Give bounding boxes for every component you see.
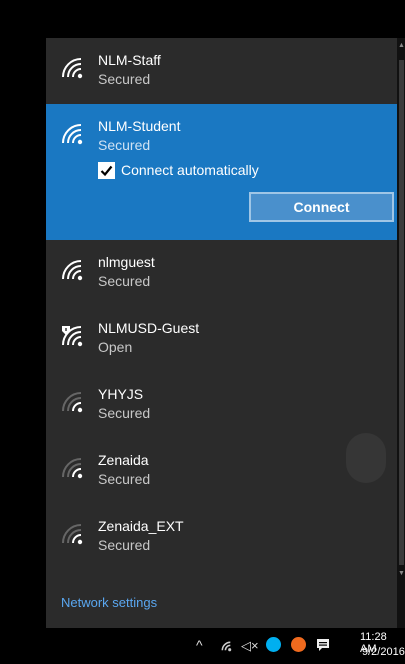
network-name: NLMUSD-Guest [98, 320, 200, 336]
wifi-icon [62, 124, 83, 145]
connect-button[interactable]: Connect [249, 192, 394, 222]
network-name: Zenaida [98, 452, 149, 468]
wifi-weak-icon [62, 392, 83, 413]
network-item-selected[interactable]: NLM-Student Secured Connect automaticall… [46, 104, 397, 240]
wifi-icon [62, 260, 83, 281]
network-status: Secured [98, 137, 151, 153]
wifi-icon [62, 58, 83, 79]
network-name: YHYJS [98, 386, 144, 402]
network-name: nlmguest [98, 254, 155, 270]
network-status: Open [98, 339, 133, 355]
taskbar: ^ ◁× 11:28 AM 9/2/2016 [0, 628, 405, 664]
scroll-down-arrow-icon[interactable]: ▼ [398, 570, 405, 577]
chevron-up-icon[interactable]: ^ [196, 637, 203, 653]
notification-icon[interactable] [316, 638, 330, 652]
scrollbar-thumb[interactable] [399, 60, 404, 565]
wifi-weak-icon [62, 524, 83, 545]
skype-icon[interactable] [266, 637, 281, 652]
network-name: NLM-Student [98, 118, 181, 134]
network-item[interactable]: Zenaida_EXT Secured [46, 504, 397, 570]
wifi-flyout: NLM-Staff Secured NLM-Student Secured Co… [46, 38, 397, 628]
network-settings-link[interactable]: Network settings [61, 595, 157, 610]
network-status: Secured [98, 471, 151, 487]
background-blur [346, 433, 386, 483]
network-name: NLM-Staff [98, 52, 161, 68]
security-icon[interactable] [291, 637, 306, 652]
wifi-weak-icon [62, 458, 83, 479]
connect-automatically-label: Connect automatically [121, 162, 259, 178]
network-item[interactable]: Zenaida Secured [46, 438, 397, 504]
scroll-up-arrow-icon[interactable]: ▲ [398, 42, 405, 49]
clock-date[interactable]: 9/2/2016 [362, 646, 405, 658]
network-item[interactable]: NLMUSD-Guest Open [46, 306, 397, 372]
network-item[interactable]: YHYJS Secured [46, 372, 397, 438]
network-status: Secured [98, 273, 151, 289]
network-status: Secured [98, 537, 151, 553]
network-item[interactable]: NLM-Staff Secured [46, 38, 397, 104]
checkmark-icon [100, 165, 113, 177]
network-status: Secured [98, 71, 151, 87]
network-item[interactable]: nlmguest Secured [46, 240, 397, 306]
network-status: Secured [98, 405, 151, 421]
network-name: Zenaida_EXT [98, 518, 184, 534]
wifi-shield-icon [62, 326, 83, 347]
connect-automatically-checkbox[interactable] [98, 162, 115, 179]
speaker-muted-icon[interactable]: ◁× [241, 638, 259, 654]
wifi-icon[interactable] [218, 638, 234, 654]
